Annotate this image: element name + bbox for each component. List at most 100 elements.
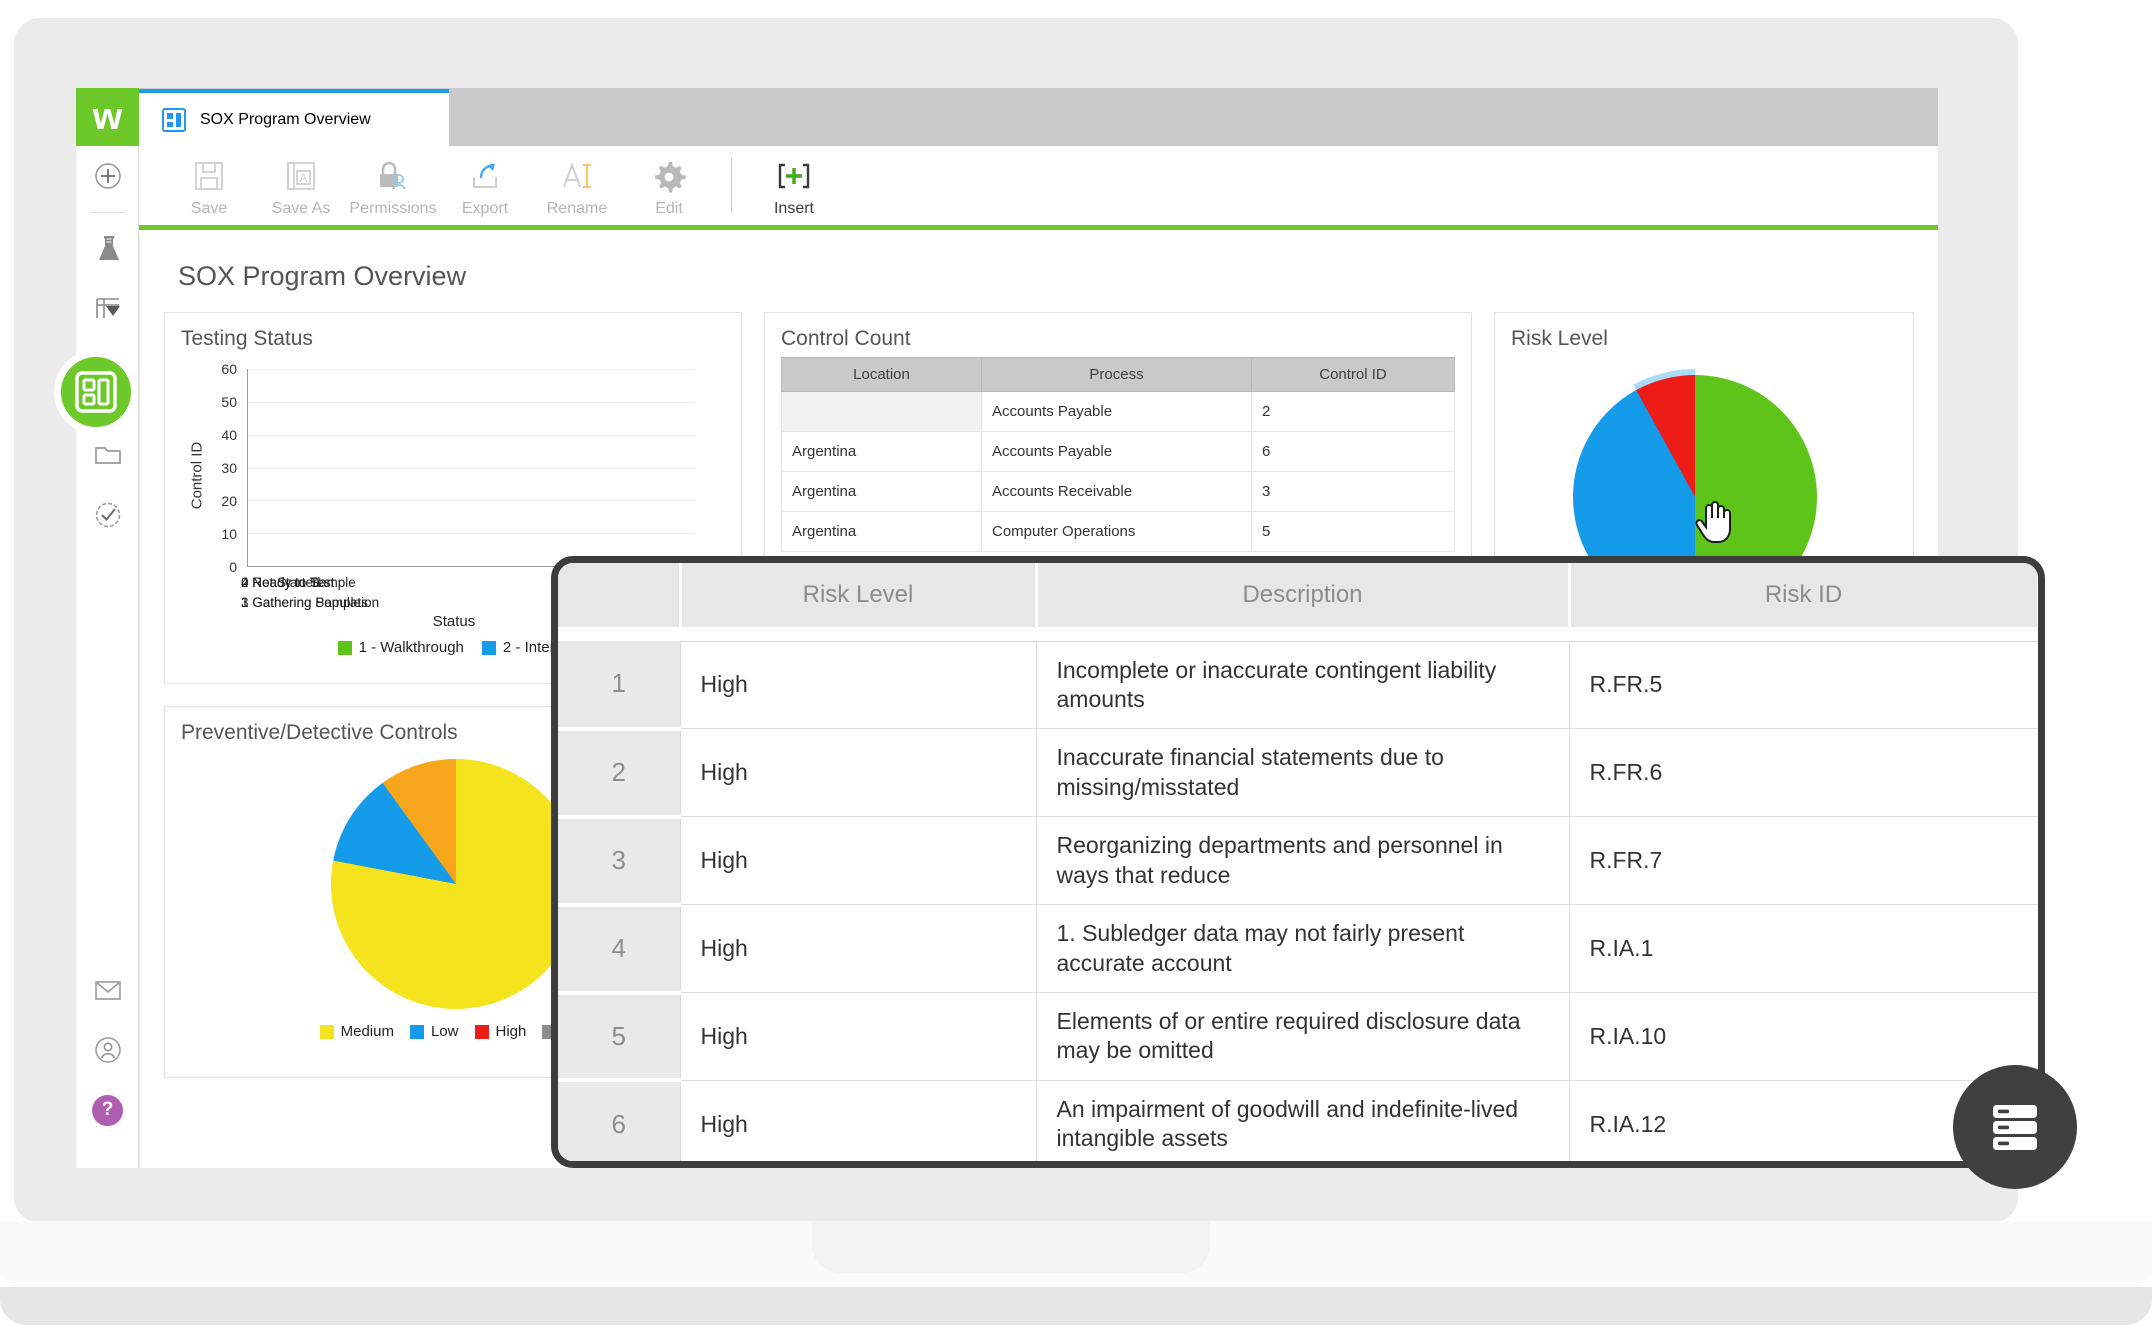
tab-sox-program-overview[interactable]: SOX Program Overview [139,89,449,146]
risk-detail-popup: Risk Level Description Risk ID 1HighInco… [551,556,2045,1168]
toolbar: Save A Save As [139,146,1938,230]
table-row[interactable]: 4High1. Subledger data may not fairly pr… [558,905,2038,993]
floppy-save-icon [192,156,226,196]
table-row[interactable]: 5HighElements of or entire required disc… [558,993,2038,1081]
y-tick: 60 [203,361,237,377]
rename-label: Rename [547,200,607,218]
y-tick: 10 [203,526,237,542]
table-cell-row-index: 3 [558,817,680,905]
rename-button[interactable]: Rename [531,151,623,218]
legend-item: High [475,1023,527,1040]
column-header-control-id[interactable]: Control ID [1252,358,1455,392]
data-stack-button[interactable] [1953,1065,2077,1189]
insert-bracket-icon [774,156,814,196]
table-cell-process: Accounts Payable [982,392,1252,432]
sidebar-active-dashboard-icon[interactable] [54,350,138,434]
insert-label: Insert [774,200,814,218]
permissions-label: Permissions [349,200,436,218]
table-cell-risk-id: R.IA.10 [1569,993,2038,1081]
bar-plot-area [247,369,695,567]
risk-level-title: Risk Level [1511,327,1897,351]
save-label: Save [191,200,227,218]
control-count-table: Location Process Control ID Accounts Pay… [781,357,1455,552]
folder-icon[interactable] [76,425,139,485]
rail-divider [90,212,124,213]
column-header-description[interactable]: Description [1036,563,1569,627]
export-label: Export [462,200,508,218]
column-header-process[interactable]: Process [982,358,1252,392]
table-cell-risk-level: High [680,905,1036,993]
column-header-index [558,563,680,627]
add-icon[interactable] [76,146,139,206]
table-row[interactable]: 6HighAn impairment of goodwill and indef… [558,1080,2038,1161]
legend-label: 1 - Walkthrough [359,639,464,656]
legend-label: Medium [341,1023,394,1040]
table-row[interactable]: 1HighIncomplete or inaccurate contingent… [558,641,2038,729]
help-icon[interactable]: ? [76,1080,139,1140]
table-cell-process: Computer Operations [982,512,1252,552]
legend-item: Medium [320,1023,394,1040]
legend-item: Low [410,1023,459,1040]
table-cell-description: 1. Subledger data may not fairly present… [1036,905,1569,993]
table-cell-description: Elements of or entire required disclosur… [1036,993,1569,1081]
save-as-label: Save As [272,200,331,218]
left-rail: ? [76,146,139,1168]
table-row[interactable]: ArgentinaAccounts Receivable3 [782,472,1455,512]
table-cell-row-index: 1 [558,641,680,729]
table-cell-risk-level: High [680,817,1036,905]
help-badge-label: ? [92,1095,123,1126]
table-row[interactable]: Accounts Payable2 [782,392,1455,432]
table-row[interactable]: ArgentinaAccounts Payable6 [782,432,1455,472]
save-button[interactable]: Save [163,151,255,218]
table-cell-control-id: 5 [1252,512,1455,552]
check-circle-icon[interactable] [76,485,139,545]
lock-person-icon [375,156,411,196]
person-icon[interactable] [76,1020,139,1080]
table-cell-risk-level: High [680,993,1036,1081]
bar-series-container [249,368,695,565]
table-cell-risk-id: R.FR.5 [1569,641,2038,729]
legend-swatch [338,641,352,655]
legend-swatch [410,1025,424,1039]
y-tick: 50 [203,394,237,410]
table-cell-row-index: 5 [558,993,680,1081]
table-cell-row-index: 2 [558,729,680,817]
column-header-location[interactable]: Location [782,358,982,392]
testing-status-title: Testing Status [181,327,725,351]
y-tick: 40 [203,427,237,443]
insert-button[interactable]: Insert [748,151,840,218]
table-row[interactable]: 2HighInaccurate financial statements due… [558,729,2038,817]
legend-swatch [475,1025,489,1039]
table-cell-row-index: 4 [558,905,680,993]
export-button[interactable]: Export [439,151,531,218]
table-header-row: Location Process Control ID [782,358,1455,392]
table-cell-risk-level: High [680,1080,1036,1161]
column-header-risk-id[interactable]: Risk ID [1569,563,2038,627]
permissions-button[interactable]: Permissions [347,151,439,218]
laptop-foot [0,1287,2152,1325]
table-cell-description: Inaccurate financial statements due to m… [1036,729,1569,817]
rail-bottom-group: ? [76,960,139,1140]
table-row[interactable]: 3HighReorganizing departments and person… [558,817,2038,905]
bar-y-ticks: 60 50 40 30 20 10 0 [197,369,237,567]
table-cell-row-index: 6 [558,1080,680,1161]
column-header-risk-level[interactable]: Risk Level [680,563,1036,627]
table-cell-description: Reorganizing departments and personnel i… [1036,817,1569,905]
preventive-pie[interactable] [331,759,581,1009]
y-tick: 30 [203,460,237,476]
table-cell-process: Accounts Payable [982,432,1252,472]
table-cell-risk-id: R.FR.7 [1569,817,2038,905]
edit-label: Edit [655,200,683,218]
mail-icon[interactable] [76,960,139,1020]
legend-item: 1 - Walkthrough [338,639,464,656]
table-cell-risk-id: R.IA.1 [1569,905,2038,993]
beaker-icon[interactable] [76,219,139,279]
risk-detail-popup-inner: Risk Level Description Risk ID 1HighInco… [558,563,2038,1161]
edit-button[interactable]: Edit [623,151,715,218]
table-filter-icon[interactable] [76,279,139,339]
y-tick: 20 [203,493,237,509]
table-cell-process: Accounts Receivable [982,472,1252,512]
table-row[interactable]: ArgentinaComputer Operations5 [782,512,1455,552]
toolbar-divider [731,157,732,213]
save-as-button[interactable]: A Save As [255,151,347,218]
